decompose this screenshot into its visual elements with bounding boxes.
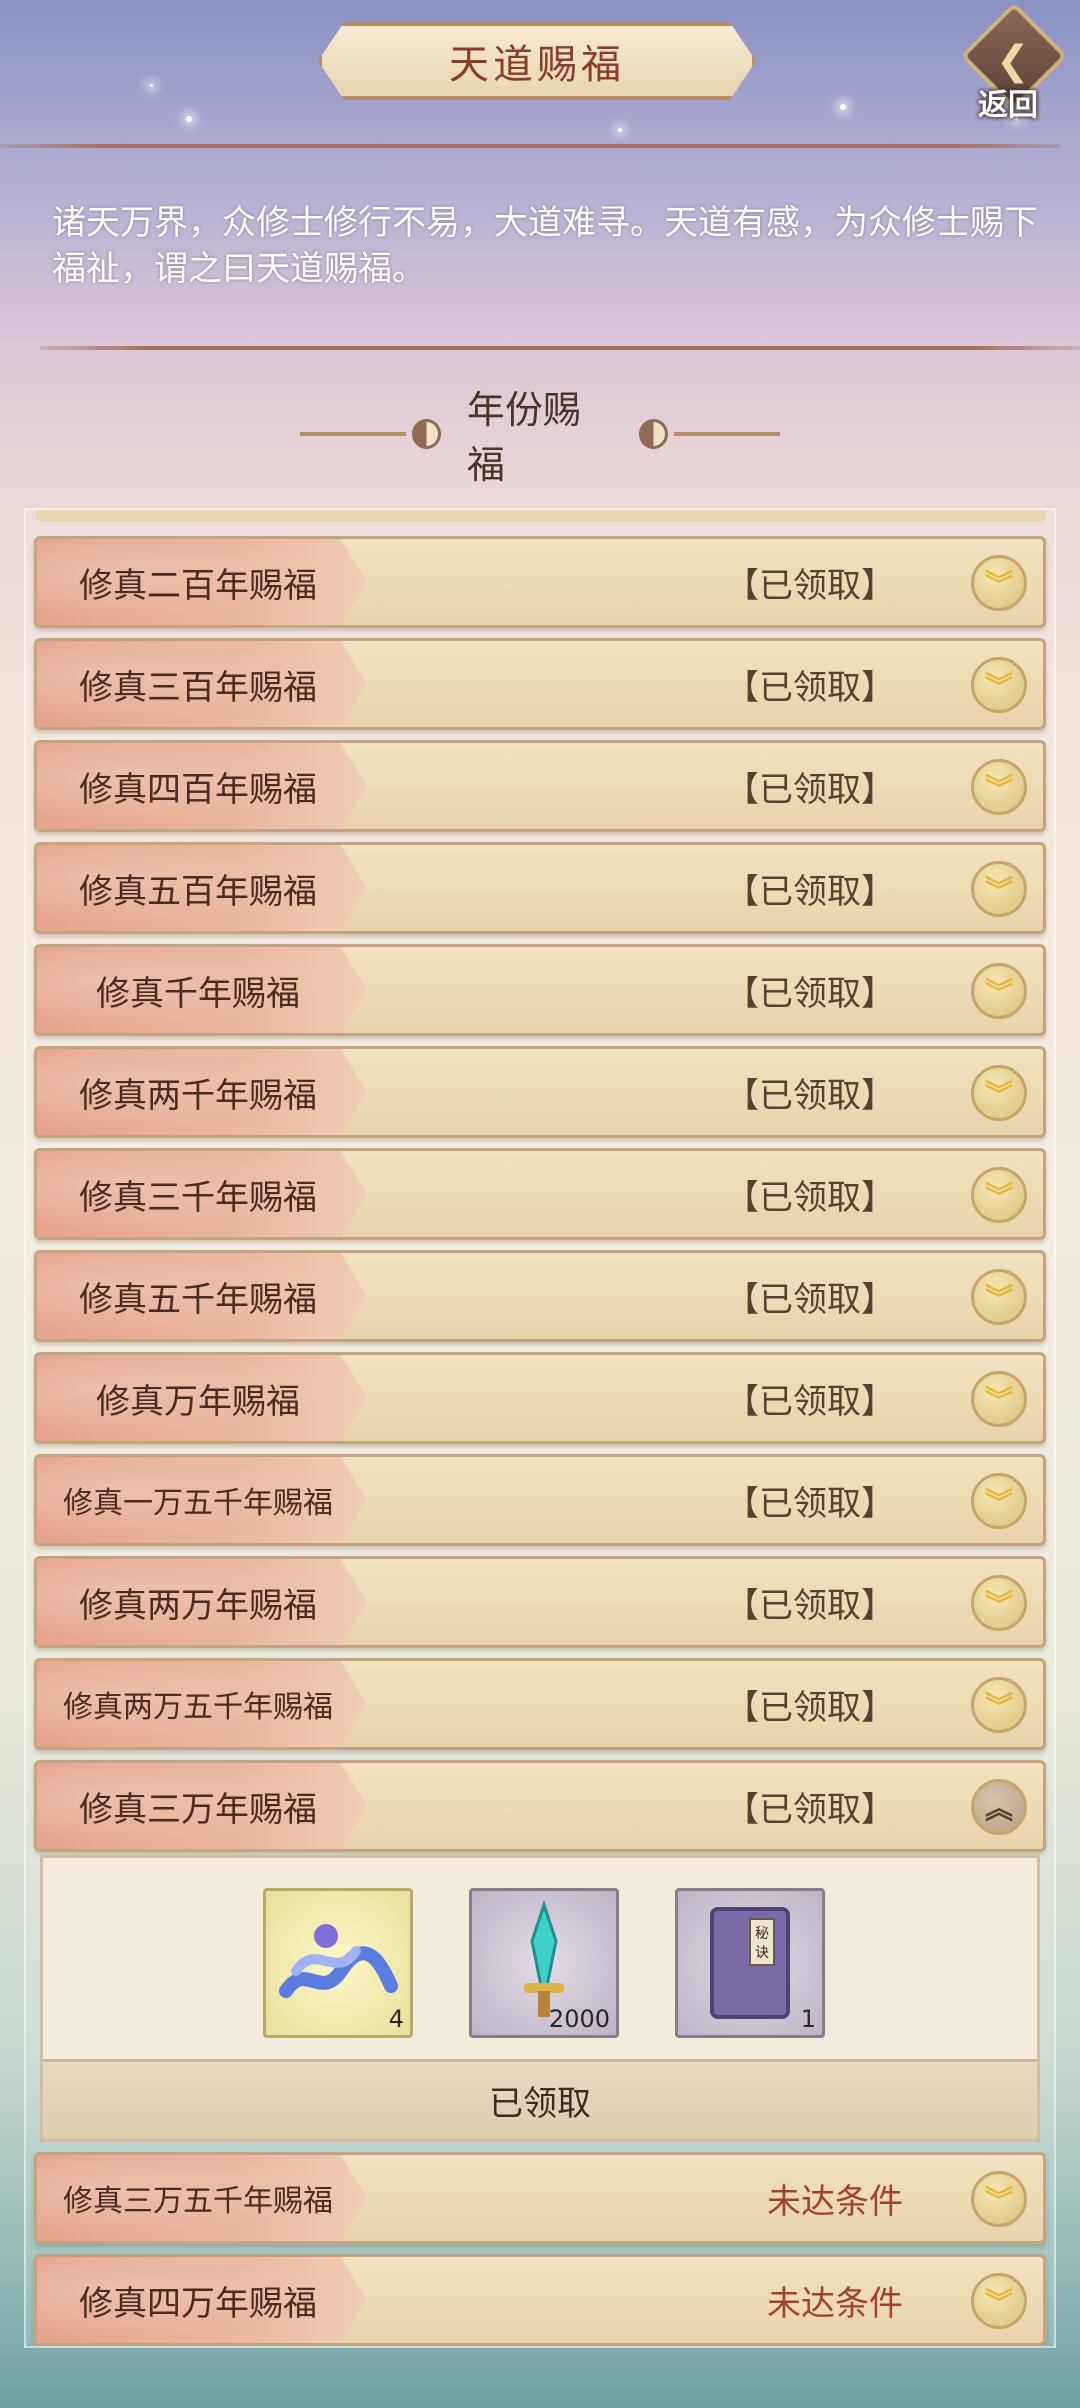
row-label: 修真三百年赐福 <box>79 667 317 708</box>
right-ornament <box>674 432 780 436</box>
blessing-row[interactable]: 修真两千年赐福 【已领取】 ︾ <box>34 1046 1046 1138</box>
row-status: 【已领取】 <box>725 667 895 708</box>
left-ornament <box>300 432 406 436</box>
row-label: 修真千年赐福 <box>96 973 300 1014</box>
reward-quantity: 4 <box>388 2005 404 2033</box>
row-label: 修真两万年赐福 <box>79 1585 317 1626</box>
yin-yang-icon <box>411 419 441 449</box>
row-status: 【已领取】 <box>725 1789 895 1830</box>
reward-item[interactable]: 2000 <box>469 1888 619 2038</box>
expand-chevron-icon[interactable]: ︾ <box>971 1371 1027 1427</box>
collapse-chevron-icon[interactable]: ︽ <box>971 1779 1027 1835</box>
row-label: 修真四百年赐福 <box>79 769 317 810</box>
row-status: 【已领取】 <box>725 1381 895 1422</box>
intro-text: 诸天万界，众修士修行不易，大道难寻。天道有感，为众修士赐下福祉，谓之曰天道赐福。 <box>52 203 1038 289</box>
row-label: 修真三千年赐福 <box>79 1177 317 1218</box>
expand-chevron-icon[interactable]: ︾ <box>971 1575 1027 1631</box>
row-label: 修真两千年赐福 <box>79 1075 317 1116</box>
blessing-row[interactable]: 修真三万五千年赐福 未达条件 ︾ <box>34 2152 1046 2244</box>
reward-quantity: 1 <box>800 2005 816 2033</box>
blessing-row[interactable]: 修真五千年赐福 【已领取】 ︾ <box>34 1250 1046 1342</box>
expand-chevron-icon[interactable]: ︾ <box>971 657 1027 713</box>
row-status: 【已领取】 <box>725 1687 895 1728</box>
row-status: 未达条件 <box>767 2283 903 2324</box>
row-label: 修真一万五千年赐福 <box>63 1486 333 1521</box>
row-label: 修真万年赐福 <box>96 1381 300 1422</box>
back-arrow-icon: ❮ <box>996 38 1030 84</box>
claimed-label: 已领取 <box>43 2059 1037 2139</box>
row-status: 【已领取】 <box>725 1279 895 1320</box>
row-label: 修真五百年赐福 <box>79 871 317 912</box>
row-label: 修真四万年赐福 <box>79 2283 317 2324</box>
back-button-label: 返回 <box>978 88 1038 123</box>
expand-chevron-icon[interactable]: ︾ <box>971 963 1027 1019</box>
row-status: 【已领取】 <box>725 565 895 606</box>
blessing-row[interactable]: 修真四百年赐福 【已领取】 ︾ <box>34 740 1046 832</box>
row-label: 修真两万五千年赐福 <box>63 1690 333 1725</box>
row-status: 【已领取】 <box>725 769 895 810</box>
blessing-row[interactable]: 修真万年赐福 【已领取】 ︾ <box>34 1352 1046 1444</box>
row-status: 【已领取】 <box>725 871 895 912</box>
row-status: 【已领取】 <box>725 973 895 1014</box>
row-status: 【已领取】 <box>725 1177 895 1218</box>
yin-yang-icon <box>639 419 669 449</box>
reward-panel: 4 2000 秘 诀 1 已领取 <box>40 1855 1040 2142</box>
row-status: 【已领取】 <box>725 1483 895 1524</box>
row-status: 未达条件 <box>767 2181 903 2222</box>
row-label: 修真三万年赐福 <box>79 1789 317 1830</box>
expand-chevron-icon[interactable]: ︾ <box>971 1167 1027 1223</box>
blessing-row[interactable]: 修真两万年赐福 【已领取】 ︾ <box>34 1556 1046 1648</box>
book-cover-text: 诀 <box>755 1945 769 1961</box>
expand-chevron-icon[interactable]: ︾ <box>971 1677 1027 1733</box>
expand-chevron-icon[interactable]: ︾ <box>971 1473 1027 1529</box>
expand-chevron-icon[interactable]: ︾ <box>971 1269 1027 1325</box>
expand-chevron-icon[interactable]: ︾ <box>971 2171 1027 2227</box>
expand-chevron-icon[interactable]: ︾ <box>971 759 1027 815</box>
row-label: 修真二百年赐福 <box>79 565 317 606</box>
blessing-row[interactable]: 修真三千年赐福 【已领取】 ︾ <box>34 1148 1046 1240</box>
reward-quantity: 2000 <box>548 2005 610 2033</box>
section-title: 年份赐福 <box>466 388 581 487</box>
back-button[interactable]: ❮ 返回 <box>960 2 1068 123</box>
page-title: 天道赐福 <box>449 42 625 88</box>
row-label: 修真五千年赐福 <box>79 1279 317 1320</box>
row-status: 【已领取】 <box>725 1075 895 1116</box>
list-item-partial <box>36 510 1046 522</box>
blessing-row[interactable]: 修真四万年赐福 未达条件 ︾ <box>34 2254 1046 2346</box>
reward-item[interactable]: 秘 诀 1 <box>675 1888 825 2038</box>
expand-chevron-icon[interactable]: ︾ <box>971 2273 1027 2329</box>
blessing-row[interactable]: 修真二百年赐福 【已领取】 ︾ <box>34 536 1046 628</box>
book-cover-text: 秘 <box>755 1926 769 1942</box>
blessing-list[interactable]: 修真二百年赐福 【已领取】 ︾ 修真三百年赐福 【已领取】 ︾ 修真四百年赐福 … <box>24 508 1056 2348</box>
row-status: 【已领取】 <box>725 1585 895 1626</box>
expand-chevron-icon[interactable]: ︾ <box>971 1065 1027 1121</box>
blessing-row[interactable]: 修真千年赐福 【已领取】 ︾ <box>34 944 1046 1036</box>
expand-chevron-icon[interactable]: ︾ <box>971 555 1027 611</box>
header-divider <box>0 144 1060 148</box>
blessing-row[interactable]: 修真两万五千年赐福 【已领取】 ︾ <box>34 1658 1046 1750</box>
section-header: 年份赐福 <box>300 388 780 487</box>
reward-item[interactable]: 4 <box>263 1888 413 2038</box>
page-title-plate: 天道赐福 <box>318 22 756 100</box>
blessing-row-expanded[interactable]: 修真三万年赐福 【已领取】 ︽ <box>34 1760 1046 1852</box>
blessing-row[interactable]: 修真一万五千年赐福 【已领取】 ︾ <box>34 1454 1046 1546</box>
blessing-row[interactable]: 修真三百年赐福 【已领取】 ︾ <box>34 638 1046 730</box>
row-label: 修真三万五千年赐福 <box>63 2184 333 2219</box>
intro-divider <box>40 346 1080 350</box>
expand-chevron-icon[interactable]: ︾ <box>971 861 1027 917</box>
blessing-row[interactable]: 修真五百年赐福 【已领取】 ︾ <box>34 842 1046 934</box>
